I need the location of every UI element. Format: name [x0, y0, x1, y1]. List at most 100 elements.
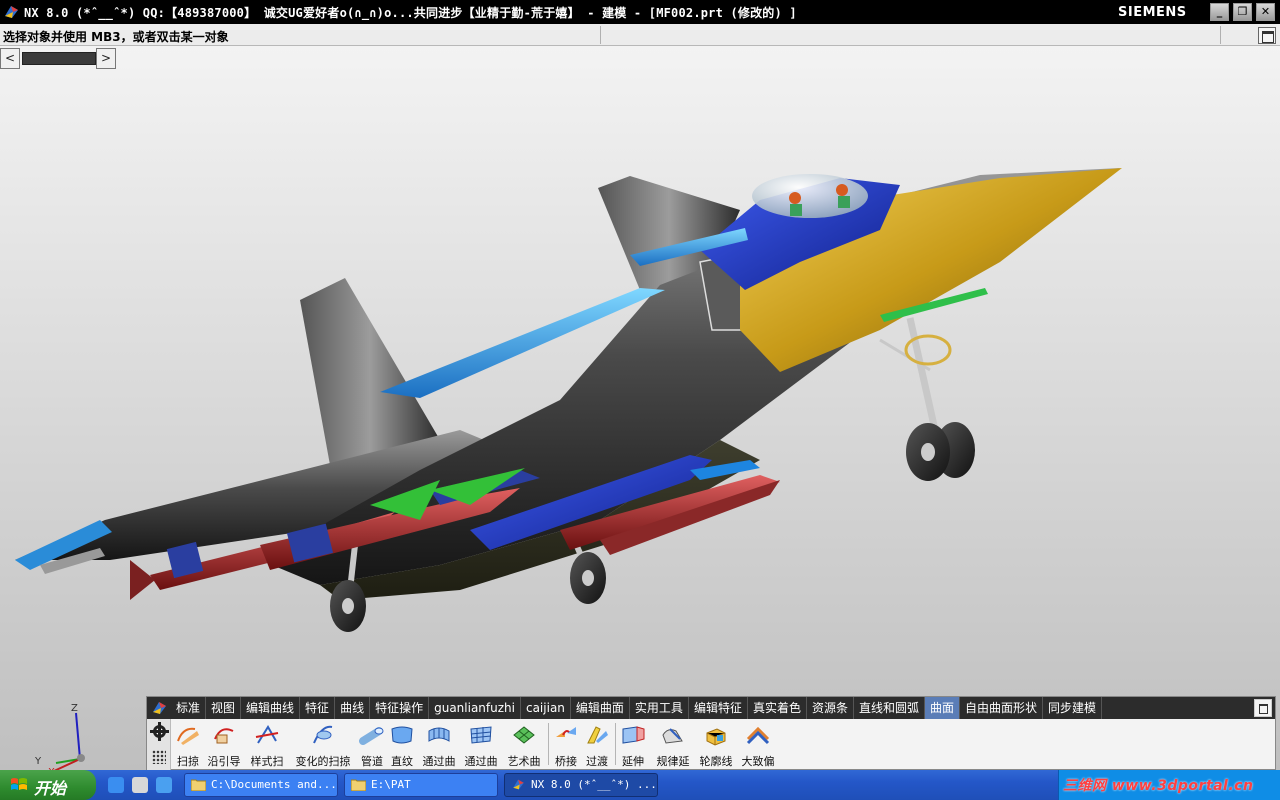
rough-offset-button[interactable]: 大致偏 [738, 721, 778, 768]
sweep-icon [177, 727, 199, 745]
tool-label: 大致偏 [741, 755, 775, 768]
folder-icon [191, 779, 206, 791]
law-extension-button[interactable]: 规律延 [653, 721, 693, 768]
view-navigator: < > [0, 48, 118, 69]
tool-label: 桥接 [555, 755, 577, 768]
tail-fin-left[interactable] [300, 278, 440, 465]
tab-edit-surface[interactable]: 编辑曲面 [571, 697, 630, 719]
task-nx[interactable]: NX 8.0 (*ˆ__ˆ*) ... [504, 773, 658, 797]
sweep-button[interactable]: 扫掠 [174, 721, 202, 768]
transition-icon [587, 726, 608, 744]
tool-label: 轮廓线 [699, 755, 733, 768]
tab-curve[interactable]: 曲线 [335, 697, 371, 719]
toolbar-options-button[interactable] [1254, 699, 1272, 717]
transition-button[interactable]: 过渡 [583, 721, 611, 768]
tab-standard[interactable]: 标准 [171, 697, 207, 719]
sweep-along-guide-button[interactable]: 沿引导 [205, 721, 243, 768]
toolbar-separator [615, 723, 616, 765]
wcs-triad: Z Y X [34, 703, 85, 778]
bridge-button[interactable]: 桥接 [552, 721, 580, 768]
rough-offset-icon [746, 726, 770, 745]
media-player-icon[interactable] [156, 777, 172, 793]
minimize-button[interactable]: _ [1210, 3, 1229, 21]
start-label: 开始 [34, 779, 67, 798]
studio-surface-icon [513, 726, 535, 744]
toolbar-handle[interactable] [147, 719, 171, 770]
task-label: NX 8.0 (*ˆ__ˆ*) ... [531, 778, 657, 791]
tool-label: 规律延 [656, 755, 690, 768]
tool-label: 通过曲 [464, 755, 498, 768]
scroll-track[interactable] [22, 52, 96, 65]
tab-true-shading[interactable]: 真实着色 [748, 697, 807, 719]
nx-app-icon [513, 779, 524, 790]
styled-sweep-icon [255, 725, 279, 744]
tool-label: 延伸 [622, 755, 644, 768]
tab-caijian[interactable]: caijian [521, 697, 571, 719]
tool-label: 直纹 [391, 755, 413, 768]
cue-prompt: 选择对象并使用 MB3，或者双击某一对象 [3, 30, 229, 44]
title-bar: NX 8.0 (*ˆ__ˆ*) QQ:【489387000】 诚交UG爱好者o(… [0, 0, 1280, 24]
toolbar-dock: 标准 视图 编辑曲线 特征 曲线 特征操作 guanlianfuzhi caij… [146, 696, 1276, 770]
styled-sweep-button[interactable]: 样式扫 [247, 721, 287, 768]
cue-divider [1220, 26, 1221, 44]
task-pat-folder[interactable]: E:\PAT [344, 773, 498, 797]
extension-button[interactable]: 延伸 [619, 721, 647, 768]
tool-label: 扫掠 [177, 755, 199, 768]
sweep-along-guide-icon [214, 728, 234, 744]
ruled-button[interactable]: 直纹 [388, 721, 416, 768]
silhouette-flange-icon [706, 728, 726, 746]
nx-app-icon[interactable] [3, 4, 20, 20]
task-label: E:\PAT [371, 778, 411, 791]
through-curves-button[interactable]: 通过曲 [419, 721, 459, 768]
tab-resource-bar[interactable]: 资源条 [807, 697, 854, 719]
tab-edit-feature[interactable]: 编辑特征 [689, 697, 748, 719]
windows-flag-icon [11, 778, 27, 790]
scroll-right-button[interactable]: > [96, 48, 116, 69]
tab-feature[interactable]: 特征 [300, 697, 336, 719]
internet-explorer-icon[interactable] [108, 777, 124, 793]
task-documents-folder[interactable]: C:\Documents and... [184, 773, 338, 797]
tool-label: 艺术曲 [507, 755, 541, 768]
siemens-logo: SIEMENS [1118, 5, 1187, 20]
maximize-graphics-button[interactable] [1258, 27, 1276, 44]
extension-icon [622, 726, 645, 744]
tool-label: 样式扫 [250, 755, 284, 768]
close-button[interactable]: ✕ [1256, 3, 1275, 21]
ruled-icon [391, 726, 413, 744]
aircraft-model[interactable] [0, 46, 1280, 770]
tool-label: 管道 [361, 755, 383, 768]
canopy-glass[interactable] [752, 174, 868, 218]
desktop-icon[interactable] [132, 777, 148, 793]
tab-guanlianfuzhi[interactable]: guanlianfuzhi [429, 697, 521, 719]
tab-feature-operation[interactable]: 特征操作 [370, 697, 430, 719]
start-button[interactable]: 开始 [0, 770, 96, 800]
gear-icon[interactable] [150, 722, 169, 741]
restore-button[interactable]: ❐ [1233, 3, 1252, 21]
tab-view[interactable]: 视图 [206, 697, 242, 719]
through-curves-icon [428, 727, 450, 742]
task-label: C:\Documents and... [211, 778, 337, 791]
tab-surface[interactable]: 曲面 [925, 697, 961, 719]
scroll-left-button[interactable]: < [0, 48, 20, 69]
system-tray: 三维网 www.3dportal.cn [1058, 770, 1280, 800]
tab-freeform-shape[interactable]: 自由曲面形状 [960, 697, 1044, 719]
through-curve-mesh-button[interactable]: 通过曲 [461, 721, 501, 768]
silhouette-flange-button[interactable]: 轮廓线 [696, 721, 736, 768]
graphics-window[interactable]: Z Y X [0, 46, 1280, 778]
tab-synchronous-modeling[interactable]: 同步建模 [1043, 697, 1103, 719]
tab-line-and-arc[interactable]: 直线和圆弧 [854, 697, 925, 719]
through-curve-mesh-icon [470, 726, 492, 744]
law-extension-icon [662, 728, 683, 744]
tab-utilities[interactable]: 实用工具 [630, 697, 689, 719]
z-axis-label: Z [71, 703, 78, 714]
nx-logo-icon[interactable] [147, 697, 171, 719]
y-axis-label: Y [34, 756, 42, 767]
studio-surface-button[interactable]: 艺术曲 [504, 721, 544, 768]
variational-sweep-icon [313, 725, 333, 744]
grid-icon[interactable] [152, 750, 166, 764]
cue-divider [600, 26, 601, 44]
bridge-icon [556, 727, 576, 737]
tab-edit-curve[interactable]: 编辑曲线 [241, 697, 301, 719]
variational-sweep-button[interactable]: 变化的扫掠 [291, 721, 355, 768]
tube-button[interactable]: 管道 [358, 721, 386, 768]
